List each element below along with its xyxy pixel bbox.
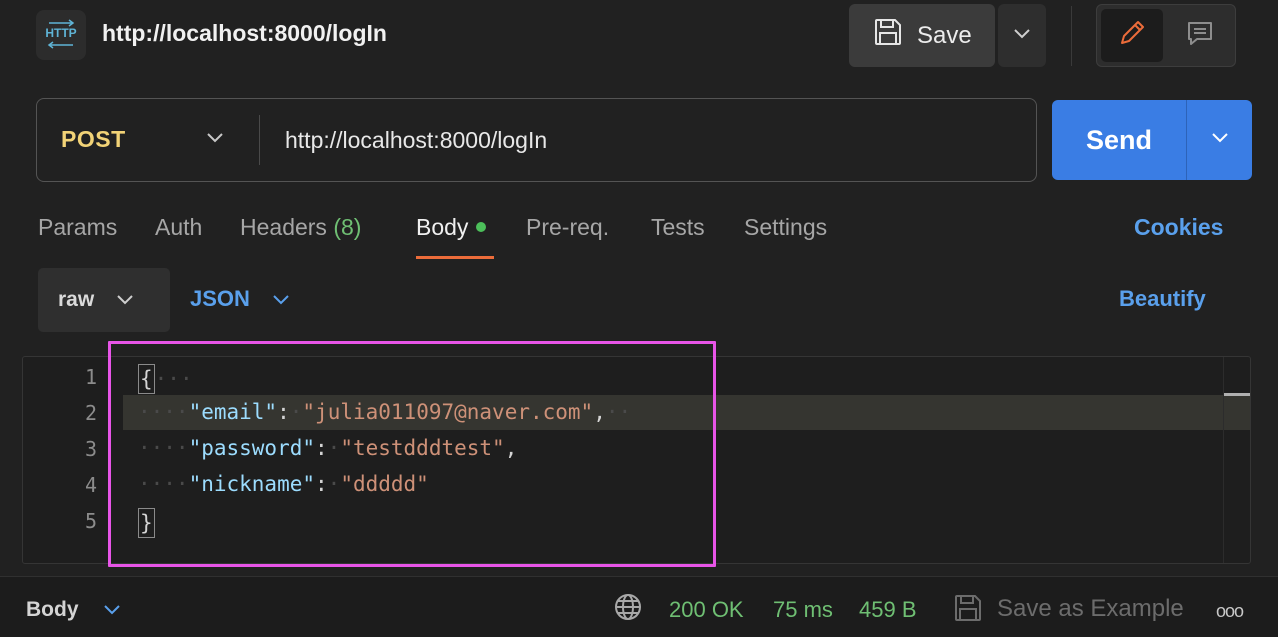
body-mode-label: raw xyxy=(58,288,95,311)
tab-settings[interactable]: Settings xyxy=(744,214,827,241)
line-number: 3 xyxy=(84,437,97,461)
response-panel-select[interactable]: Body xyxy=(26,598,121,622)
http-icon: HTTP xyxy=(36,10,86,60)
view-mode-toggle xyxy=(1096,4,1236,67)
body-format-label: JSON xyxy=(190,286,250,311)
line-number-gutter: 1 2 3 4 5 xyxy=(23,357,113,563)
tab-headers-label: Headers xyxy=(240,214,327,240)
save-label: Save xyxy=(917,21,972,49)
chevron-down-icon xyxy=(103,598,121,622)
tab-body[interactable]: Body xyxy=(416,214,487,241)
active-tab-underline xyxy=(416,256,494,259)
response-size[interactable]: 459 B xyxy=(859,597,917,623)
response-panel-label: Body xyxy=(26,598,79,621)
chevron-down-icon xyxy=(116,288,134,312)
body-indicator-dot xyxy=(476,221,487,232)
line-number: 2 xyxy=(84,401,97,425)
send-button-group: Send xyxy=(1052,100,1252,180)
beautify-button[interactable]: Beautify xyxy=(1119,286,1206,312)
cookies-link[interactable]: Cookies xyxy=(1134,214,1223,241)
line-number: 1 xyxy=(84,365,97,389)
response-time[interactable]: 75 ms xyxy=(773,597,833,623)
toolbar-divider xyxy=(1071,6,1072,66)
body-format-select[interactable]: JSON xyxy=(190,286,290,312)
save-dropdown-button[interactable] xyxy=(998,4,1046,67)
floppy-disk-icon xyxy=(953,593,983,628)
chevron-down-icon xyxy=(272,286,290,312)
save-button[interactable]: Save xyxy=(849,4,995,67)
chevron-down-icon[interactable] xyxy=(205,131,225,150)
headers-count-badge: (8) xyxy=(333,214,362,240)
chevron-down-icon xyxy=(1210,131,1230,150)
save-as-example-button[interactable]: Save as Example xyxy=(997,595,1184,623)
comment-mode-button[interactable] xyxy=(1169,9,1231,62)
method-select[interactable]: POST xyxy=(61,126,126,153)
response-status[interactable]: 200 OK xyxy=(669,597,744,623)
request-title[interactable]: http://localhost:8000/logIn xyxy=(102,20,387,47)
svg-text:HTTP: HTTP xyxy=(45,26,76,40)
annotation-highlight-box xyxy=(108,341,716,567)
floppy-disk-icon xyxy=(873,17,903,54)
editor-scrollbar-track[interactable] xyxy=(1223,357,1224,563)
editor-scrollbar-thumb[interactable] xyxy=(1224,393,1250,396)
tab-params[interactable]: Params xyxy=(38,214,117,241)
chevron-down-icon xyxy=(1013,27,1031,45)
tab-tests[interactable]: Tests xyxy=(651,214,705,241)
edit-mode-button[interactable] xyxy=(1101,9,1163,62)
comment-icon xyxy=(1185,18,1215,53)
more-options-button[interactable]: ooo xyxy=(1216,601,1244,622)
response-status-bar: Body 200 OK 75 ms 459 B Save as Example … xyxy=(0,576,1278,637)
send-button[interactable]: Send xyxy=(1052,100,1186,180)
pencil-icon xyxy=(1117,18,1147,53)
globe-icon[interactable] xyxy=(614,593,642,626)
top-bar: HTTP http://localhost:8000/logIn Save xyxy=(0,0,1278,80)
send-dropdown-button[interactable] xyxy=(1187,100,1252,180)
tab-auth[interactable]: Auth xyxy=(155,214,202,241)
line-number: 5 xyxy=(84,509,97,533)
url-input[interactable]: http://localhost:8000/logIn xyxy=(285,127,547,154)
url-bar: POST http://localhost:8000/logIn xyxy=(36,98,1037,182)
line-number: 4 xyxy=(84,473,97,497)
body-mode-select[interactable]: raw xyxy=(38,268,170,332)
tab-body-label: Body xyxy=(416,214,469,240)
url-separator xyxy=(259,115,260,165)
tab-headers[interactable]: Headers (8) xyxy=(240,214,361,241)
tab-prereq[interactable]: Pre-req. xyxy=(526,214,609,241)
